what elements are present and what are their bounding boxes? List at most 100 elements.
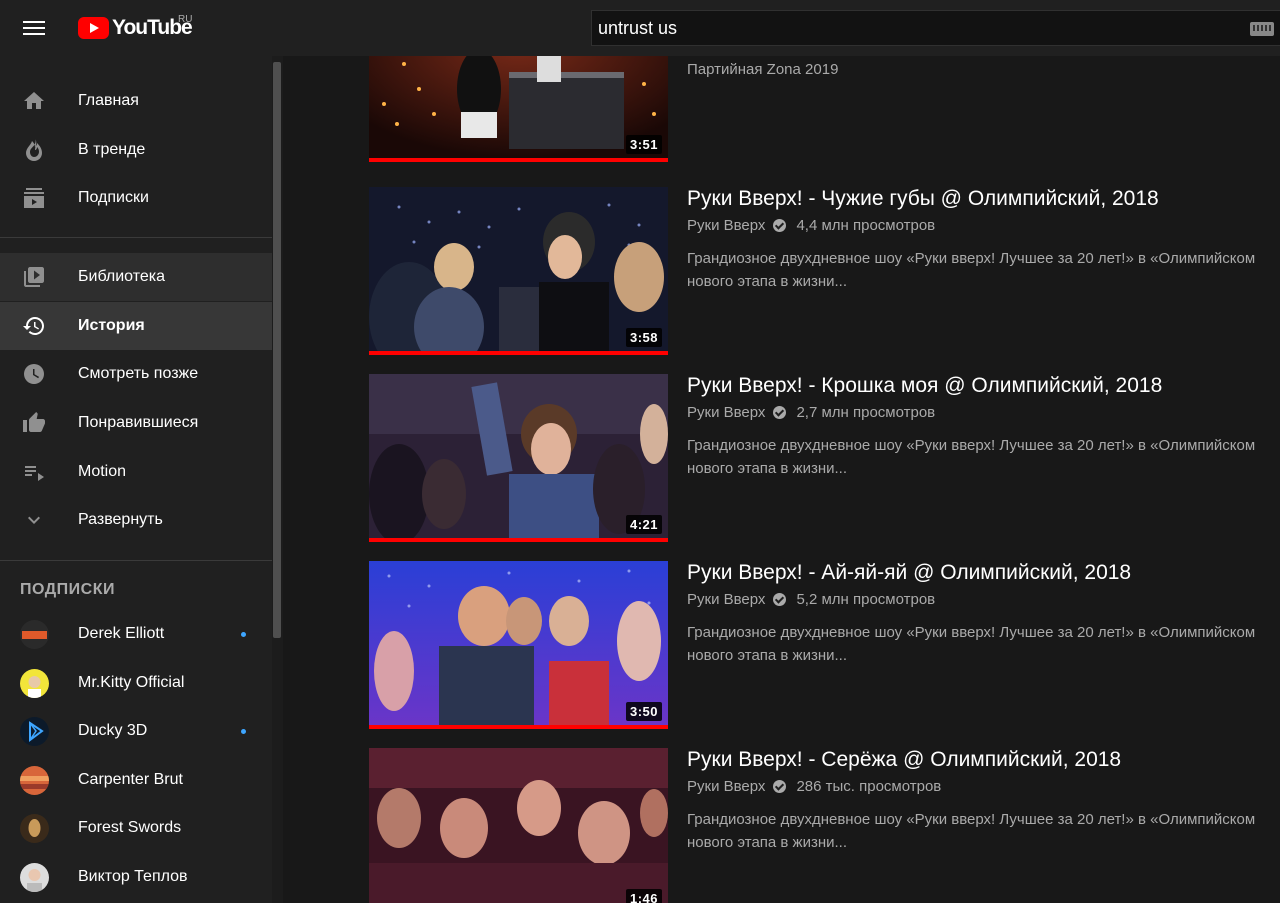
top-bar: YouTube RU (0, 0, 1280, 56)
thumbnail-image (369, 561, 668, 725)
video-thumbnail[interactable]: 3:50 (369, 561, 668, 729)
avatar (20, 814, 49, 843)
sidebar-divider (0, 237, 272, 238)
video-duration: 3:50 (625, 702, 662, 721)
video-item[interactable]: 3:50 Руки Вверх! - Ай-яй-яй @ Олимпийски… (369, 561, 1280, 729)
video-channel[interactable]: Руки Вверх (687, 404, 765, 421)
video-title[interactable]: Руки Вверх! - Чужие губы @ Олимпийский, … (687, 187, 1159, 211)
sidebar-item-label: Motion (78, 463, 127, 480)
sidebar-item-label: История (78, 317, 145, 334)
video-description: Грандиозное двухдневное шоу «Руки вверх!… (687, 624, 1256, 664)
chevron-down-icon (28, 516, 40, 524)
sidebar-item-label: Смотреть позже (78, 365, 199, 382)
watch-progress-bar (369, 725, 668, 729)
subscription-name: Mr.Kitty Official (78, 674, 185, 691)
video-views: 2,7 млн просмотров (796, 404, 936, 421)
video-views: 4,4 млн просмотров (796, 217, 936, 234)
search-box (591, 10, 1280, 46)
video-duration: 4:21 (625, 515, 662, 534)
subscription-item[interactable]: Mr.Kitty Official (0, 659, 272, 707)
watch-progress-bar (369, 351, 668, 355)
watch-progress-bar (369, 538, 668, 542)
sidebar-item-library[interactable]: Библиотека (0, 253, 272, 301)
video-title[interactable]: Руки Вверх! - Крошка моя @ Олимпийский, … (687, 374, 1162, 398)
video-description: Грандиозное двухдневное шоу «Руки вверх!… (687, 811, 1256, 851)
subscription-name: Derek Elliott (78, 625, 165, 642)
sidebar-item-liked[interactable]: Понравившиеся (0, 399, 272, 447)
video-duration: 3:51 (625, 135, 662, 154)
thumbnail-image (369, 374, 668, 538)
avatar (20, 863, 49, 892)
youtube-play-icon (78, 17, 109, 39)
home-icon (24, 92, 44, 109)
video-item[interactable]: 4:21 Руки Вверх! - Крошка моя @ Олимпийс… (369, 374, 1280, 542)
subscription-item[interactable]: Forest Swords (0, 804, 272, 852)
subscription-item[interactable]: Виктор Теплов (0, 853, 272, 901)
video-channel[interactable]: Руки Вверх (687, 778, 765, 795)
subscription-item[interactable]: Carpenter Brut (0, 756, 272, 804)
sidebar-item-watch-later[interactable]: Смотреть позже (0, 350, 272, 398)
youtube-logo[interactable]: YouTube (78, 16, 193, 40)
video-channel[interactable]: Руки Вверх (687, 217, 765, 234)
sidebar-item-trending[interactable]: В тренде (0, 126, 272, 174)
new-content-dot (241, 632, 246, 637)
video-title[interactable]: Руки Вверх! - Серёжа @ Олимпийский, 2018 (687, 748, 1121, 772)
trending-icon (26, 139, 42, 161)
verified-icon (773, 406, 787, 419)
sidebar-item-label: Главная (78, 92, 139, 109)
video-channel[interactable]: Руки Вверх (687, 591, 765, 608)
verified-icon (773, 780, 787, 793)
playlist-icon (25, 466, 44, 481)
subscriptions-icon (24, 188, 44, 208)
avatar (20, 766, 49, 795)
watch-later-icon (24, 364, 44, 384)
video-meta: Руки Вверх 5,2 млн просмотров (687, 591, 935, 608)
sidebar-item-history[interactable]: История (0, 302, 272, 350)
video-item[interactable]: 1:46 Руки Вверх! - Серёжа @ Олимпийский,… (369, 748, 1280, 903)
video-meta: Руки Вверх 286 тыс. просмотров (687, 778, 941, 795)
video-channel[interactable]: Партийная Zona 2019 (687, 61, 838, 78)
keyboard-icon[interactable] (1250, 22, 1274, 36)
video-thumbnail[interactable]: 3:58 (369, 187, 668, 355)
sidebar-item-label: Подписки (78, 189, 149, 206)
video-views: 286 тыс. просмотров (796, 778, 942, 795)
verified-icon (773, 219, 787, 232)
menu-icon[interactable] (14, 12, 54, 44)
video-description: Грандиозное двухдневное шоу «Руки вверх!… (687, 437, 1256, 477)
verified-icon (773, 593, 787, 606)
avatar (20, 669, 49, 698)
subscription-name: Carpenter Brut (78, 771, 183, 788)
sidebar-scrollbar[interactable] (272, 56, 283, 903)
subscription-name: Forest Swords (78, 819, 182, 836)
video-meta: Руки Вверх 4,4 млн просмотров (687, 217, 935, 234)
avatar (20, 620, 49, 649)
video-meta: Руки Вверх 2,7 млн просмотров (687, 404, 935, 421)
library-icon (24, 267, 44, 287)
subscription-name: Ducky 3D (78, 722, 148, 739)
video-description: Грандиозное двухдневное шоу «Руки вверх!… (687, 250, 1256, 290)
video-thumbnail[interactable]: 1:46 (369, 748, 668, 903)
sidebar-item-label: Понравившиеся (78, 414, 199, 431)
thumbnail-image (369, 187, 668, 351)
sidebar-item-home[interactable]: Главная (0, 77, 272, 125)
thumbnail-image (369, 748, 668, 903)
subscriptions-heading: ПОДПИСКИ (20, 581, 115, 598)
sidebar-item-expand[interactable]: Развернуть (0, 496, 272, 544)
sidebar-item-playlist-motion[interactable]: Motion (0, 448, 272, 496)
video-item[interactable]: 3:58 Руки Вверх! - Чужие губы @ Олимпийс… (369, 187, 1280, 355)
video-views: 5,2 млн просмотров (796, 591, 936, 608)
search-input[interactable] (598, 11, 1238, 45)
sidebar-item-label: В тренде (78, 141, 146, 158)
subscription-item[interactable]: Derek Elliott (0, 610, 272, 658)
scrollbar-thumb[interactable] (273, 62, 281, 638)
subscription-name: Виктор Теплов (78, 868, 188, 885)
sidebar-item-label: Библиотека (78, 268, 165, 285)
video-thumbnail[interactable]: 4:21 (369, 374, 668, 542)
history-icon (23, 317, 44, 335)
subscription-item[interactable]: Ducky 3D (0, 707, 272, 755)
sidebar-item-subscriptions[interactable]: Подписки (0, 174, 272, 222)
sidebar-item-label: Развернуть (78, 511, 163, 528)
watch-progress-bar (369, 158, 668, 162)
like-icon (23, 412, 45, 432)
video-title[interactable]: Руки Вверх! - Ай-яй-яй @ Олимпийский, 20… (687, 561, 1131, 585)
